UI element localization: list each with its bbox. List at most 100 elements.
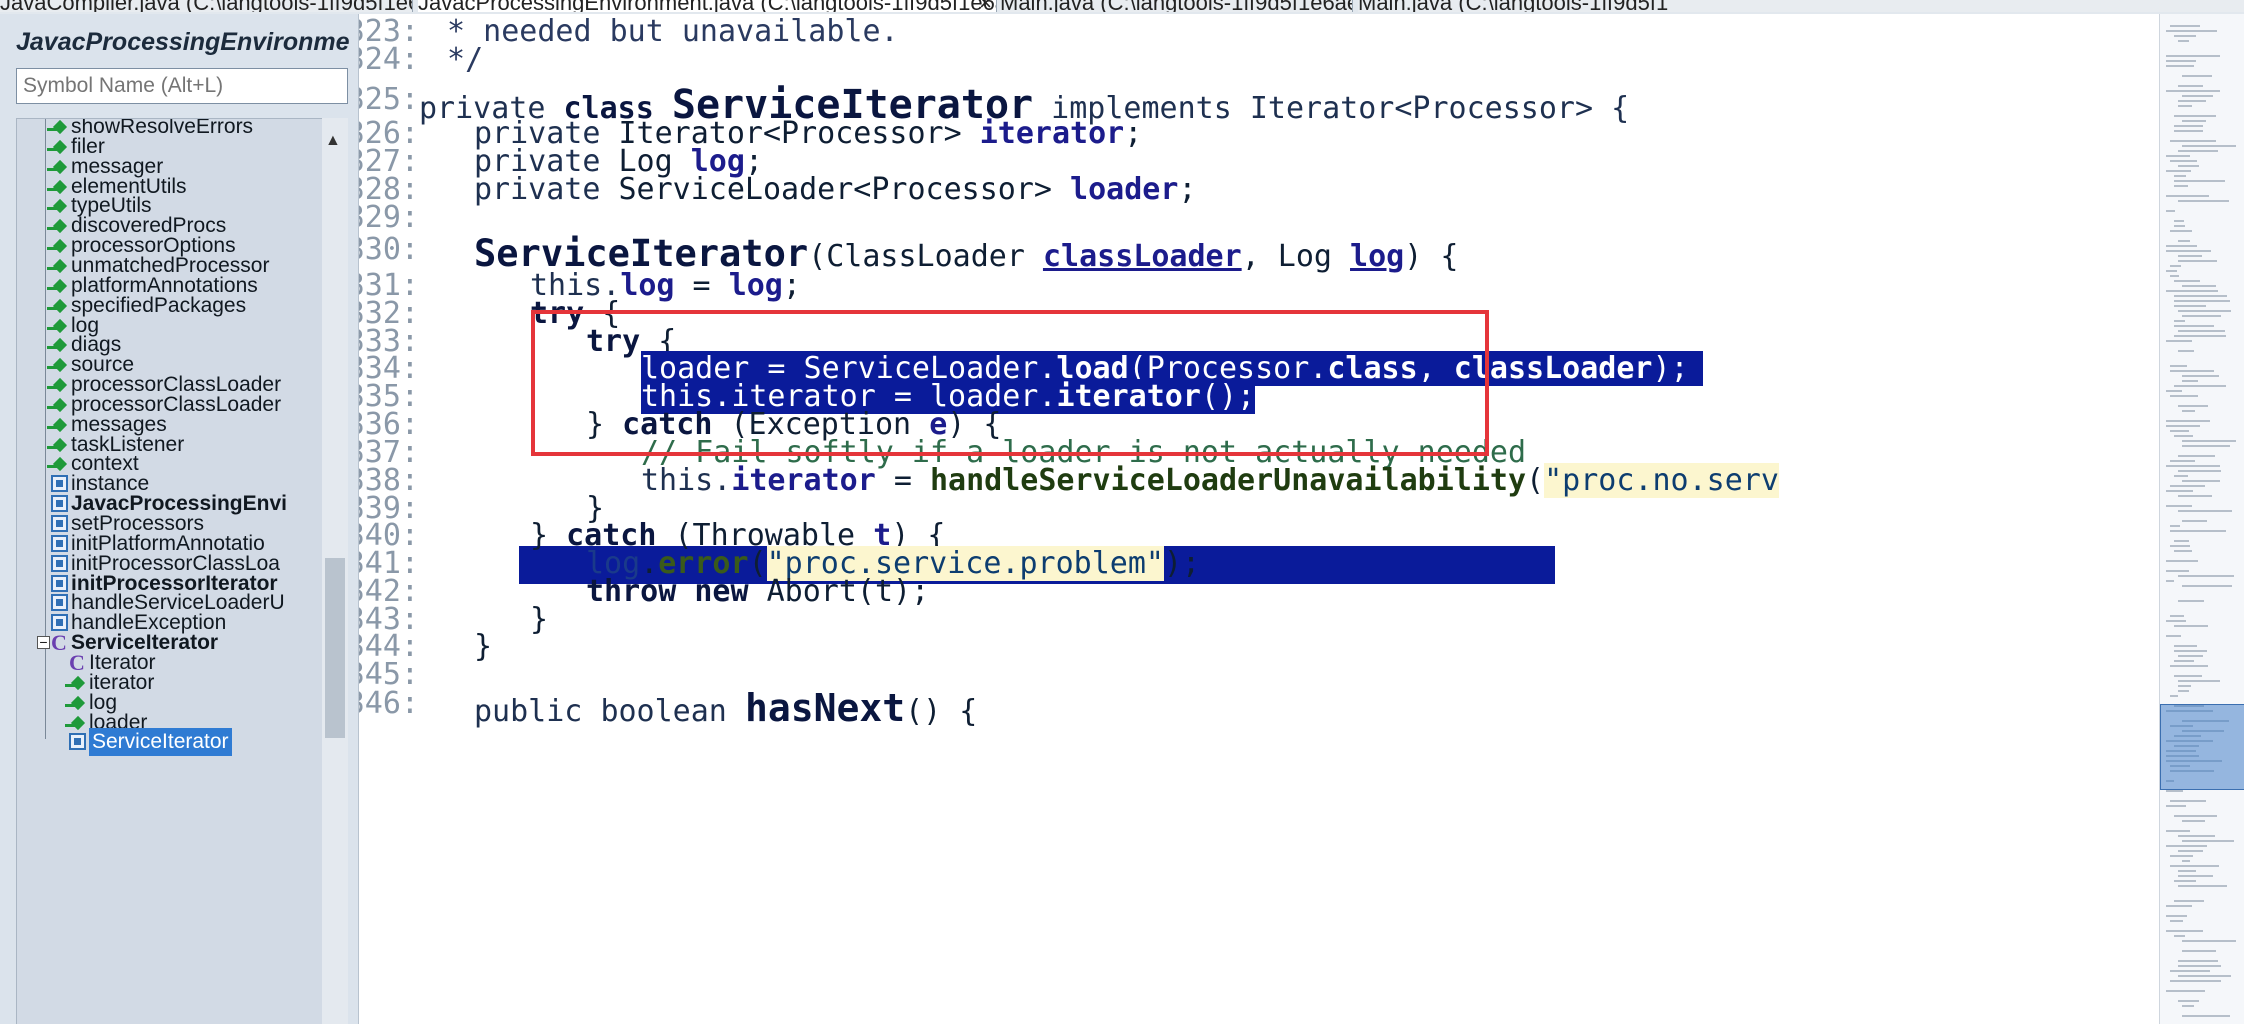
tab-label: Main.java (C:\langtools-1ff9d5f1e6ae (..… [1000, 0, 1352, 12]
minimap-line [2174, 475, 2188, 477]
minimap-line [2166, 90, 2220, 92]
minimap-line [2170, 545, 2190, 547]
minimap-line [2170, 365, 2187, 367]
scroll-up-arrow-icon[interactable]: ▲ [325, 132, 341, 150]
minimap-line [2170, 980, 2221, 982]
minimap-viewport-indicator[interactable] [2160, 704, 2244, 790]
line-number: 325: [359, 82, 419, 117]
code-line-346: public boolean hasNext() { [474, 686, 978, 730]
field-stem-icon [47, 207, 59, 211]
field-stem-icon [47, 286, 59, 290]
field-stem-icon [47, 306, 59, 310]
minimap-line [2174, 815, 2217, 817]
minimap-line [2182, 520, 2207, 522]
tab-main-other[interactable]: Main.java (C:\langtools-1ff9d5f1 [1358, 0, 2244, 12]
minimap-line [2166, 790, 2183, 792]
minimap-line [2178, 350, 2194, 352]
tree-scrollbar-thumb[interactable] [325, 558, 345, 738]
minimap-line [2174, 675, 2202, 677]
outline-item[interactable]: ServiceIterator [17, 728, 323, 757]
minimap-line [2166, 905, 2192, 907]
minimap-line [2178, 870, 2196, 872]
red-annotation-box [531, 310, 1489, 456]
minimap-line [2166, 845, 2207, 847]
code-line-342: throw new Abort(t); [586, 574, 930, 609]
field-stem-icon [47, 227, 59, 231]
tab-javacompiler[interactable]: JavaCompiler.java (C:\langtools-1ff9d5f1… [0, 0, 413, 12]
minimap-line [2182, 410, 2195, 412]
tab-close-icon[interactable]: × [979, 0, 992, 12]
field-stem-icon [47, 326, 59, 330]
field-stem-icon [47, 465, 59, 469]
minimap-line [2166, 425, 2200, 427]
minimap-line [2170, 265, 2181, 267]
tree-scrollbar[interactable]: ▲ [322, 118, 348, 1024]
minimap-line [2170, 460, 2195, 462]
minimap-line [2178, 150, 2218, 152]
minimap-line [2174, 185, 2188, 187]
minimap-line [2174, 335, 2226, 337]
minimap-line [2166, 270, 2177, 272]
minimap-line [2174, 180, 2225, 182]
minimap-line [2178, 875, 2213, 877]
minimap-line [2178, 260, 2217, 262]
minimap-line [2170, 430, 2189, 432]
minimap-line [2166, 915, 2187, 917]
minimap-line [2166, 65, 2194, 67]
minimap-line [2166, 580, 2174, 582]
outline-item-label: ServiceIterator [89, 728, 232, 757]
code-minimap[interactable] [2159, 14, 2244, 1024]
minimap-line [2182, 315, 2221, 317]
minimap-line [2178, 100, 2206, 102]
minimap-line [2166, 30, 2217, 32]
minimap-line [2174, 35, 2196, 37]
minimap-line [2170, 970, 2210, 972]
tab-label: JavacProcessingEnvironment.java (C:\lang… [418, 0, 996, 12]
minimap-line [2178, 1000, 2199, 1002]
minimap-line [2178, 495, 2212, 497]
minimap-line [2174, 325, 2214, 327]
minimap-line [2182, 75, 2212, 77]
minimap-line [2178, 835, 2215, 837]
minimap-line [2166, 930, 2203, 932]
minimap-line [2182, 440, 2236, 442]
minimap-line [2174, 225, 2185, 227]
field-stem-icon [65, 703, 77, 707]
minimap-line [2166, 60, 2196, 62]
minimap-line [2178, 470, 2221, 472]
tab-main-javac[interactable]: Main.java (C:\langtools-1ff9d5f1e6ae (..… [1000, 0, 1353, 12]
minimap-line [2178, 965, 2221, 967]
minimap-line [2166, 250, 2211, 252]
collapse-toggle-icon[interactable]: − [37, 635, 50, 650]
minimap-line [2178, 600, 2204, 602]
minimap-line [2174, 880, 2196, 882]
field-stem-icon [65, 683, 77, 687]
minimap-line [2166, 340, 2192, 342]
minimap-line [2178, 960, 2218, 962]
tab-javacprocessingenvironment[interactable]: JavacProcessingEnvironment.java (C:\lang… [418, 0, 997, 12]
line-number: 329: [359, 200, 419, 235]
minimap-line [2170, 865, 2219, 867]
minimap-line [2178, 240, 2190, 242]
minimap-line [2174, 435, 2193, 437]
minimap-line [2170, 395, 2198, 397]
code-editor[interactable]: 323:324:325:326:327:328:329:330:331:332:… [359, 14, 2159, 1024]
minimap-line [2178, 405, 2208, 407]
symbol-tree: showResolveErrors filer messager elementUti… [16, 118, 323, 1024]
minimap-line [2174, 650, 2207, 652]
minimap-line [2166, 420, 2210, 422]
minimap-line [2166, 490, 2193, 492]
minimap-line [2166, 560, 2198, 562]
symbol-outline-panel: JavacProcessingEnvironme showResolveErro… [0, 14, 359, 1024]
minimap-line [2178, 105, 2192, 107]
minimap-line [2174, 130, 2203, 132]
minimap-line [2170, 855, 2193, 857]
symbol-name-search-input[interactable] [16, 68, 348, 104]
minimap-line [2182, 840, 2234, 842]
minimap-line [2174, 320, 2185, 322]
minimap-line [2174, 305, 2206, 307]
minimap-line [2166, 290, 2218, 292]
minimap-line [2182, 375, 2219, 377]
minimap-line [2174, 625, 2208, 627]
code-line-343: } [530, 602, 549, 637]
